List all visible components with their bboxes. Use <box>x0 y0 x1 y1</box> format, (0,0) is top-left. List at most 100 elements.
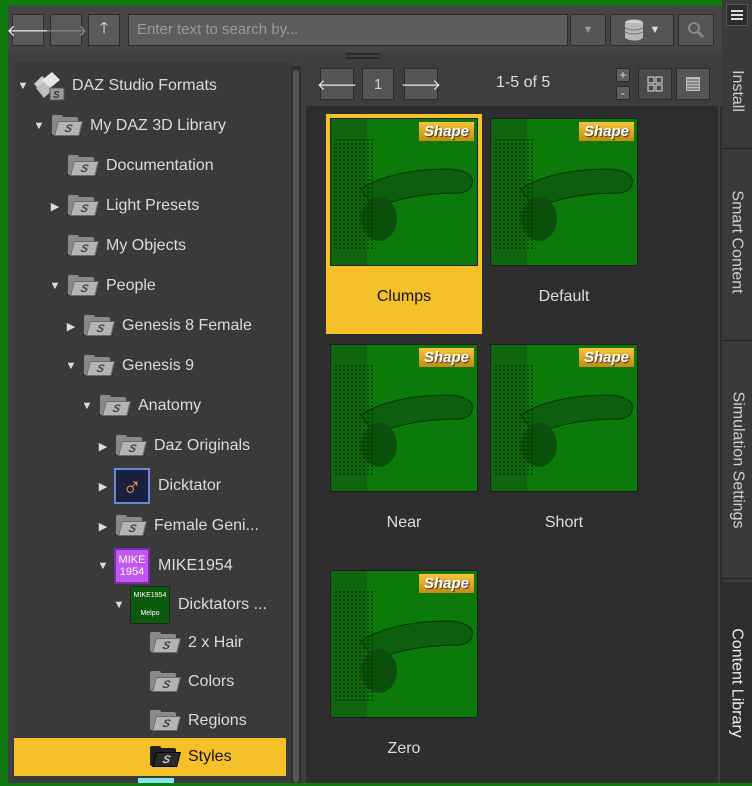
tile-label: Zero <box>387 740 421 757</box>
expanded-arrow-icon[interactable]: ▼ <box>112 599 126 611</box>
shape-badge: Shape <box>418 574 474 593</box>
content-tile-clumps[interactable]: Shape Clumps <box>326 114 482 334</box>
tree-item-regions[interactable]: S Regions <box>144 703 247 739</box>
tree-item-label: Genesis 8 Female <box>122 317 252 334</box>
tile-thumbnail: Shape <box>490 118 638 266</box>
expanded-arrow-icon[interactable]: ▼ <box>80 400 94 412</box>
zoom-in-button[interactable]: + <box>616 68 630 82</box>
menu-icon <box>731 10 743 20</box>
pane-menu-button[interactable] <box>726 4 748 26</box>
list-view-icon <box>686 77 700 91</box>
tree-item-daz-studio-formats[interactable]: ▼ S DAZ Studio Formats <box>16 68 217 104</box>
tree-item-label: Light Presets <box>106 197 200 214</box>
tree-item-my-daz-3d-library[interactable]: ▼ S My DAZ 3D Library <box>32 108 226 144</box>
tree-item-mike1954[interactable]: ▼ MIKE 1954 MIKE1954 <box>96 546 233 586</box>
category-tree: ▼ S DAZ Studio Formats ▼ S My DAZ 3D Lib… <box>12 62 292 783</box>
tree-item-dicktator[interactable]: ▶ ♂ Dicktator <box>96 468 221 504</box>
content-tile-zero[interactable]: Shape Zero <box>326 566 482 786</box>
forward-arrow-icon: 🡒 <box>400 76 442 94</box>
next-page-button[interactable]: 🡒 <box>400 68 442 100</box>
up-button[interactable]: 🡑 <box>88 14 120 46</box>
tree-item-my-objects[interactable]: S My Objects <box>48 228 186 264</box>
tree-item-label: 2 x Hair <box>188 634 244 651</box>
tree-item-light-presets[interactable]: ▶ S Light Presets <box>48 188 199 224</box>
tree-item-label: Colors <box>188 673 235 690</box>
collapsed-arrow-icon[interactable]: ▶ <box>96 520 110 533</box>
tree-item-label: Dicktators ... <box>178 596 267 613</box>
tree-item-documentation[interactable]: S Documentation <box>48 148 214 184</box>
side-tab-bar: Install Smart Content Simulation Setting… <box>722 0 752 783</box>
content-toolbar: 🡐 1 🡒 1-5 of 5 + - <box>306 62 718 106</box>
shape-badge: Shape <box>578 122 634 141</box>
content-library-pane: 🡐 🡒 🡑 Enter text to search by... ▼ ▼ ▼ S… <box>7 6 752 783</box>
prev-page-button[interactable]: 🡐 <box>316 68 358 100</box>
content-tile-near[interactable]: Shape Near <box>326 340 482 560</box>
folder-icon: S <box>114 515 147 537</box>
tree-item-dicktators[interactable]: ▼ MIKE1954 Melpo Dicktators ... <box>112 585 267 625</box>
content-view: 🡐 1 🡒 1-5 of 5 + - Shape Clumps Shape De… <box>306 62 718 783</box>
tab-content-library[interactable]: Content Library <box>722 582 752 783</box>
tree-item-label: Genesis 9 <box>122 357 195 374</box>
content-tile-default[interactable]: Shape Default <box>486 114 642 334</box>
grid-view-button[interactable] <box>638 68 672 100</box>
collapsed-arrow-icon[interactable]: ▶ <box>96 480 110 493</box>
zoom-out-button[interactable]: - <box>616 86 630 100</box>
database-menu-button[interactable]: ▼ <box>610 14 674 46</box>
search-button[interactable] <box>678 14 714 46</box>
database-icon <box>624 19 643 41</box>
svg-text:S: S <box>53 90 60 101</box>
tab-simulation-settings[interactable]: Simulation Settings <box>722 344 752 576</box>
tree-item-genesis-9[interactable]: ▼ S Genesis 9 <box>64 348 194 384</box>
list-view-button[interactable] <box>676 68 710 100</box>
forward-button[interactable]: 🡒 <box>45 14 87 46</box>
tile-thumbnail: Shape <box>330 118 478 266</box>
tree-item-styles[interactable]: S Styles <box>14 738 286 776</box>
expanded-arrow-icon[interactable]: ▼ <box>48 280 62 292</box>
chevron-down-icon: ▼ <box>582 24 594 36</box>
tile-thumbnail: Shape <box>490 344 638 492</box>
collapsed-arrow-icon[interactable]: ▶ <box>48 200 62 213</box>
folder-icon: S <box>148 710 181 732</box>
splitter-grip[interactable] <box>346 53 380 59</box>
scrollbar-thumb[interactable] <box>293 70 299 783</box>
tree-item-colors[interactable]: S Colors <box>144 664 234 700</box>
tree-item-genesis-8-female[interactable]: ▶ S Genesis 8 Female <box>64 308 252 344</box>
tree-item-2x-hair[interactable]: S 2 x Hair <box>144 625 243 661</box>
chevron-down-icon: ▼ <box>649 24 661 36</box>
tree-item-female-genitalia[interactable]: ▶ S Female Geni... <box>96 508 259 544</box>
folder-icon: S <box>66 275 99 297</box>
tab-smart-content[interactable]: Smart Content <box>722 150 752 334</box>
daz-formats-icon: S <box>32 70 66 102</box>
tree-item-anatomy[interactable]: ▼ S Anatomy <box>80 388 201 424</box>
male-symbol-icon: ♂ <box>114 468 150 504</box>
expanded-arrow-icon[interactable]: ▼ <box>64 360 78 372</box>
content-tile-short[interactable]: Shape Short <box>486 340 642 560</box>
up-arrow-icon: 🡑 <box>99 19 109 37</box>
tree-item-label: Documentation <box>106 157 214 174</box>
tree-item-daz-originals[interactable]: ▶ S Daz Originals <box>96 428 250 464</box>
search-history-dropdown[interactable]: ▼ <box>570 14 606 46</box>
tile-label: Default <box>538 288 590 305</box>
result-count: 1-5 of 5 <box>496 74 551 91</box>
tree-item-label: Female Geni... <box>154 517 259 534</box>
back-arrow-icon: 🡐 <box>316 76 358 94</box>
tree-item-label: Styles <box>188 748 232 765</box>
collapsed-arrow-icon[interactable]: ▶ <box>96 440 110 453</box>
tree-scrollbar[interactable] <box>291 66 301 783</box>
tree-item-label: Daz Originals <box>154 437 251 454</box>
tile-label: Clumps <box>376 288 432 305</box>
tab-install[interactable]: Install <box>722 36 752 146</box>
back-button[interactable]: 🡐 <box>7 14 49 46</box>
folder-icon: S <box>66 235 99 257</box>
shape-badge: Shape <box>578 348 634 367</box>
tree-item-label: My DAZ 3D Library <box>90 117 227 134</box>
expanded-arrow-icon[interactable]: ▼ <box>96 560 110 572</box>
forward-arrow-icon: 🡒 <box>44 22 88 40</box>
tree-item-people[interactable]: ▼ S People <box>48 268 156 304</box>
page-number-field[interactable]: 1 <box>362 68 394 100</box>
expanded-arrow-icon: ▼ <box>17 80 29 92</box>
expanded-arrow-icon: ▼ <box>33 120 45 132</box>
collapsed-arrow-icon[interactable]: ▶ <box>64 320 78 333</box>
search-input[interactable]: Enter text to search by... <box>128 14 568 46</box>
folder-icon: S <box>148 746 181 768</box>
